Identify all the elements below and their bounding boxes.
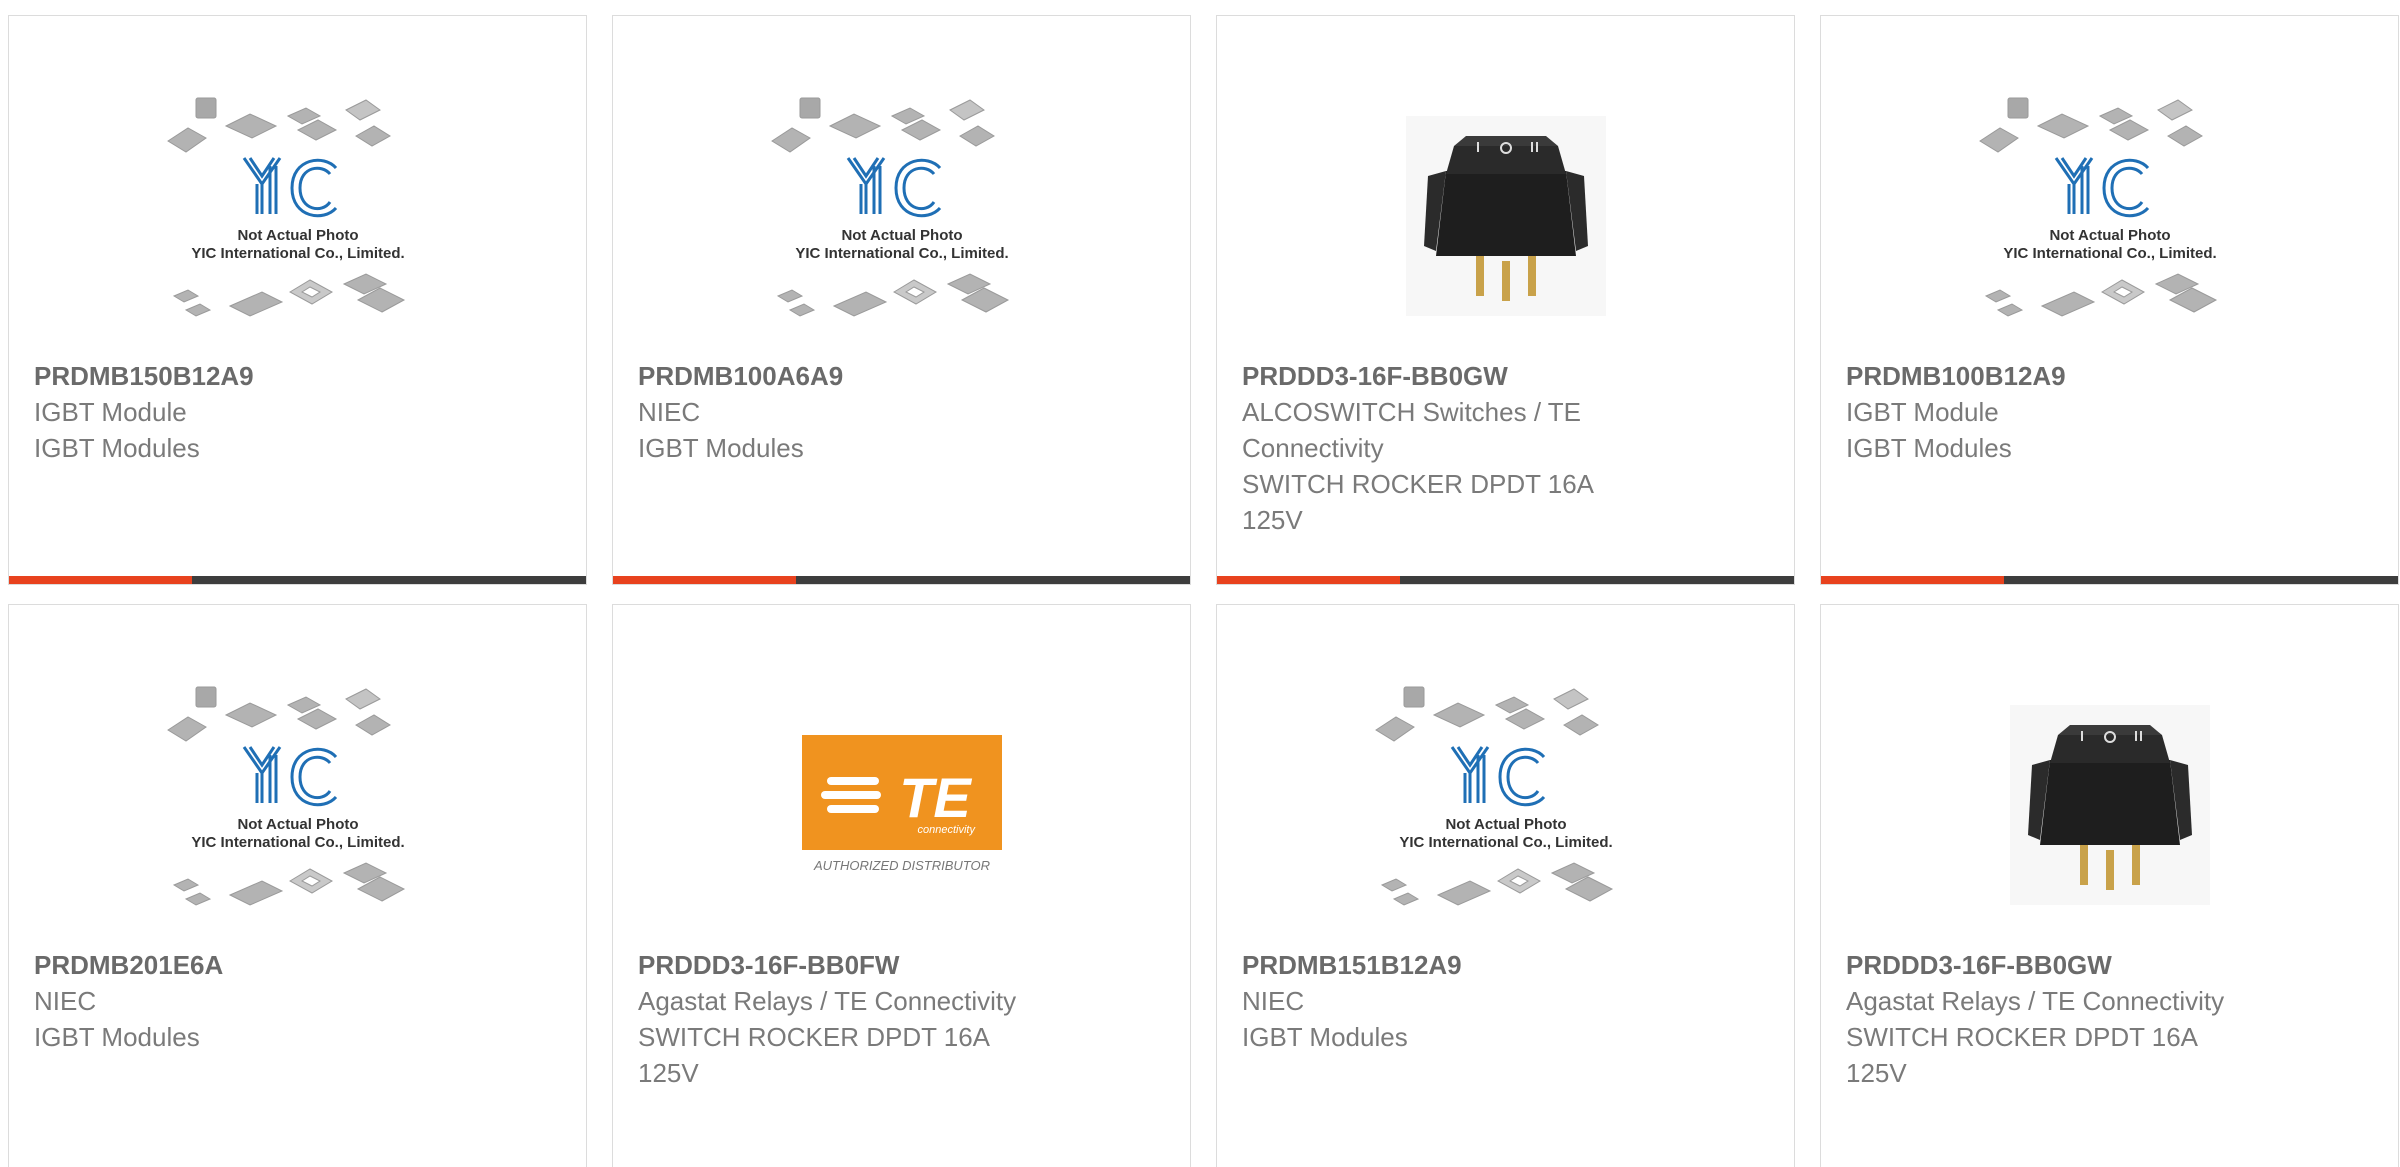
part-number-link[interactable]: PRDMB150B12A9 [34, 358, 566, 394]
manufacturer: IGBT Module [34, 397, 187, 427]
product-image-placeholder[interactable]: Not Actual Photo YIC International Co., L… [1821, 96, 2398, 336]
product-card[interactable]: TE connectivity AUTHORIZED DISTRIBUTOR PRD… [612, 604, 1191, 1167]
product-image-placeholder[interactable]: Not Actual Photo YIC International Co., L… [9, 96, 586, 336]
part-number-link[interactable]: PRDMB151B12A9 [1242, 947, 1774, 983]
product-grid: Not Actual Photo YIC International Co., L… [0, 0, 2400, 1167]
category: IGBT Modules [34, 1022, 200, 1052]
yic-placeholder-graphic: Not Actual PhotoYIC International Co., L… [770, 97, 1009, 317]
part-number-link[interactable]: PRDMB100A6A9 [638, 358, 1170, 394]
rocker-switch-graphic [1405, 116, 1606, 316]
manufacturer: Agastat Relays / TE Connectivity [1846, 986, 2225, 1016]
svg-text:YIC International Co., Limited: YIC International Co., Limited. [191, 834, 404, 851]
description: SWITCH ROCKER DPDT 16A [1242, 469, 1595, 499]
manufacturer: NIEC [34, 986, 97, 1016]
category: IGBT Modules [1242, 1022, 1408, 1052]
svg-text:YIC International Co., Limited: YIC International Co., Limited. [2003, 245, 2216, 262]
product-info: PRDMB150B12A9 IGBT Module IGBT Modules [34, 358, 566, 466]
card-progress-bar [9, 576, 586, 584]
product-image-rocker-switch[interactable] [1217, 96, 1794, 336]
product-card[interactable]: Not Actual Photo YIC International Co., L… [8, 15, 587, 585]
card-progress-bar [1217, 576, 1794, 584]
manufacturer-cont: Connectivity [1242, 433, 1384, 463]
manufacturer: NIEC [638, 397, 701, 427]
product-info: PRDDD3-16F-BB0GW ALCOSWITCH Switches / T… [1242, 358, 1774, 538]
svg-text:YIC International Co., Limited: YIC International Co., Limited. [1399, 834, 1612, 851]
svg-text:connectivity: connectivity [917, 824, 976, 836]
svg-text:Not Actual Photo: Not Actual Photo [237, 816, 358, 833]
yic-placeholder-graphic: Not Actual PhotoYIC International Co., L… [166, 97, 405, 317]
product-card[interactable]: Not Actual Photo YIC International Co., L… [1216, 604, 1795, 1167]
svg-text:Not Actual Photo: Not Actual Photo [237, 227, 358, 244]
product-image-placeholder[interactable]: Not Actual Photo YIC International Co., L… [9, 685, 586, 925]
yic-placeholder-graphic: Not Actual PhotoYIC International Co., L… [1978, 97, 2217, 317]
svg-text:TE: TE [899, 766, 972, 829]
manufacturer: NIEC [1242, 986, 1305, 1016]
category: IGBT Modules [34, 433, 200, 463]
product-card[interactable]: PRDDD3-16F-BB0GW Agastat Relays / TE Con… [1820, 604, 2399, 1167]
manufacturer: Agastat Relays / TE Connectivity [638, 986, 1017, 1016]
product-info: PRDDD3-16F-BB0FW Agastat Relays / TE Con… [638, 947, 1170, 1091]
category: IGBT Modules [638, 433, 804, 463]
manufacturer: IGBT Module [1846, 397, 1999, 427]
card-bar-accent [1217, 576, 1400, 584]
svg-text:AUTHORIZED DISTRIBUTOR: AUTHORIZED DISTRIBUTOR [813, 858, 990, 873]
rocker-switch-graphic [2009, 705, 2210, 905]
part-number-link[interactable]: PRDMB100B12A9 [1846, 358, 2378, 394]
description-cont: 125V [1242, 505, 1303, 535]
product-image-rocker-switch[interactable] [1821, 685, 2398, 925]
product-info: PRDMB100B12A9 IGBT Module IGBT Modules [1846, 358, 2378, 466]
product-card[interactable]: PRDDD3-16F-BB0GW ALCOSWITCH Switches / T… [1216, 15, 1795, 585]
description-cont: 125V [1846, 1058, 1907, 1088]
te-logo-graphic: TEconnectivity AUTHORIZED DISTRIBUTOR [801, 735, 1002, 873]
product-card[interactable]: Not Actual Photo YIC International Co., L… [8, 604, 587, 1167]
svg-text:YIC International Co., Limited: YIC International Co., Limited. [795, 245, 1008, 262]
product-info: PRDMB100A6A9 NIEC IGBT Modules [638, 358, 1170, 466]
svg-text:Not Actual Photo: Not Actual Photo [1445, 816, 1566, 833]
product-card[interactable]: Not Actual Photo YIC International Co., L… [612, 15, 1191, 585]
part-number-link[interactable]: PRDDD3-16F-BB0GW [1846, 947, 2378, 983]
description-cont: 125V [638, 1058, 699, 1088]
product-image-placeholder[interactable]: Not Actual Photo YIC International Co., L… [613, 96, 1190, 336]
description: SWITCH ROCKER DPDT 16A [638, 1022, 991, 1052]
product-info: PRDMB201E6A NIEC IGBT Modules [34, 947, 566, 1055]
card-progress-bar [1821, 576, 2398, 584]
card-bar-accent [1821, 576, 2004, 584]
product-image-te-logo[interactable]: TE connectivity AUTHORIZED DISTRIBUTOR [613, 685, 1190, 925]
svg-text:Not Actual Photo: Not Actual Photo [2049, 227, 2170, 244]
svg-text:YIC International Co., Limited: YIC International Co., Limited. [191, 245, 404, 262]
yic-placeholder-graphic: Not Actual PhotoYIC International Co., L… [1374, 686, 1613, 906]
product-info: PRDDD3-16F-BB0GW Agastat Relays / TE Con… [1846, 947, 2378, 1091]
card-bar-accent [9, 576, 192, 584]
category: IGBT Modules [1846, 433, 2012, 463]
yic-placeholder-graphic: Not Actual PhotoYIC International Co., L… [166, 686, 405, 906]
card-progress-bar [613, 576, 1190, 584]
product-card[interactable]: Not Actual Photo YIC International Co., L… [1820, 15, 2399, 585]
description: SWITCH ROCKER DPDT 16A [1846, 1022, 2199, 1052]
part-number-link[interactable]: PRDDD3-16F-BB0GW [1242, 358, 1774, 394]
manufacturer: ALCOSWITCH Switches / TE [1242, 397, 1582, 427]
part-number-link[interactable]: PRDMB201E6A [34, 947, 566, 983]
product-image-placeholder[interactable]: Not Actual Photo YIC International Co., L… [1217, 685, 1794, 925]
svg-text:Not Actual Photo: Not Actual Photo [841, 227, 962, 244]
product-info: PRDMB151B12A9 NIEC IGBT Modules [1242, 947, 1774, 1055]
part-number-link[interactable]: PRDDD3-16F-BB0FW [638, 947, 1170, 983]
card-bar-accent [613, 576, 796, 584]
